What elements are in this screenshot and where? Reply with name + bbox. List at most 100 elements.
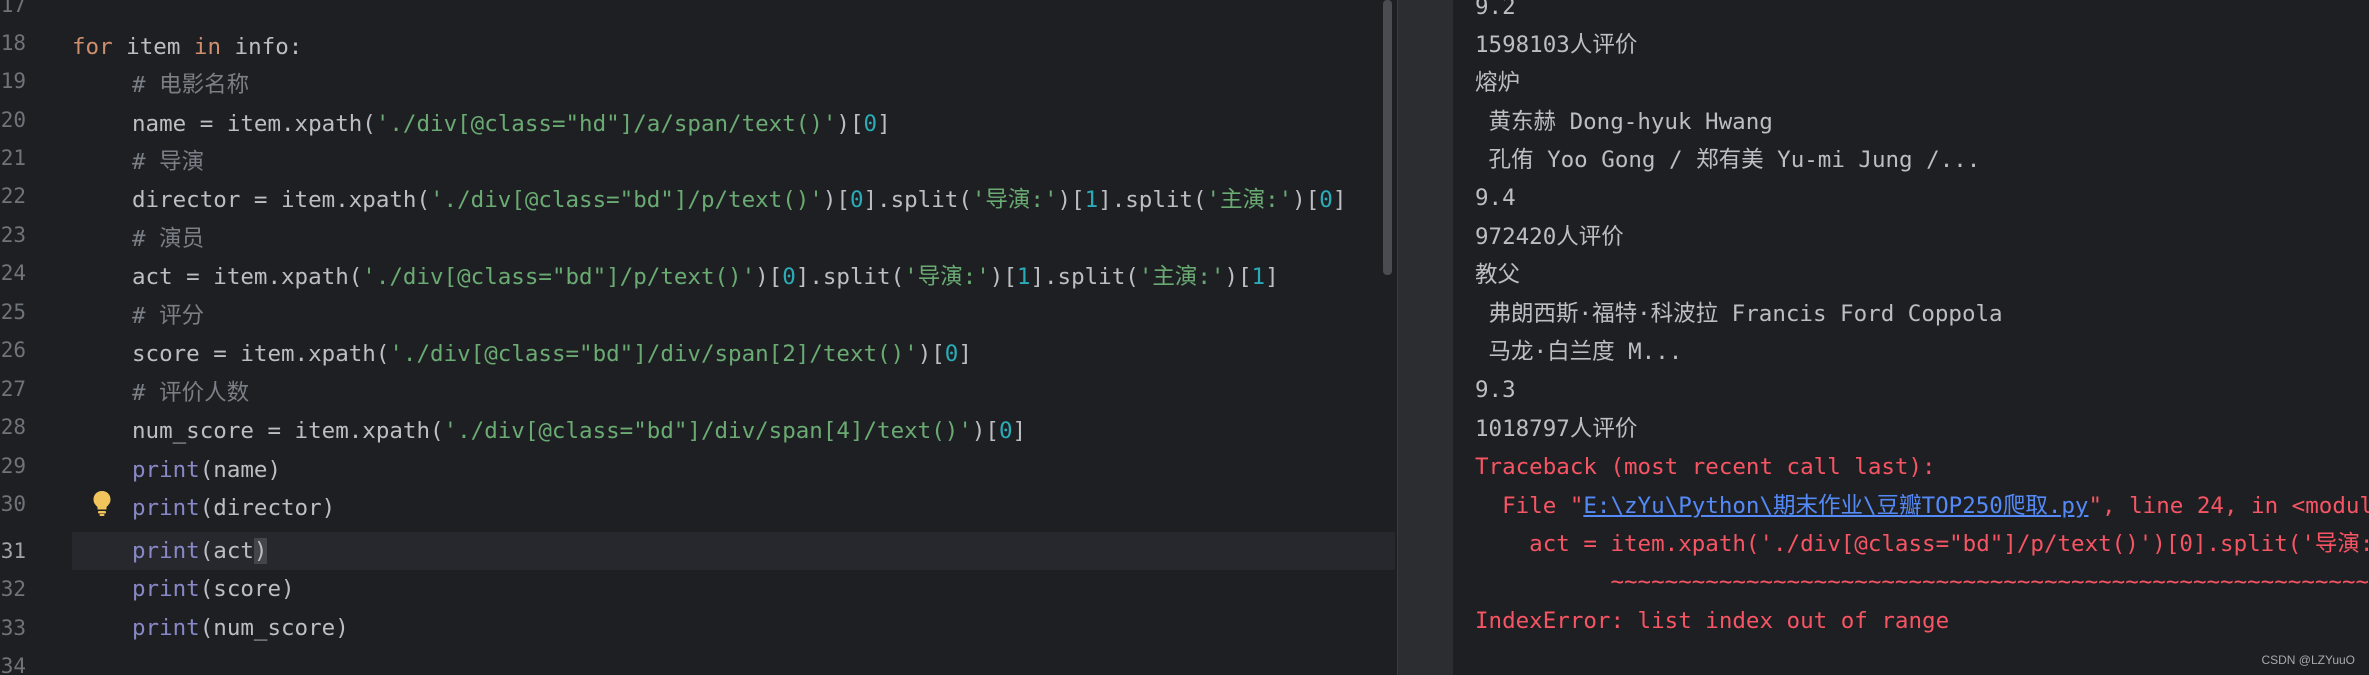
code-text: num_score = item.xpath(	[132, 418, 444, 444]
code-area[interactable]: for item in info: # 电影名称 name = item.xpa…	[72, 0, 1377, 675]
string-literal: './div[@class="bd"]/p/text()'	[362, 264, 756, 290]
comment: # 演员	[132, 226, 205, 252]
string-literal: '主演:'	[1206, 187, 1293, 213]
comment: # 电影名称	[132, 72, 250, 98]
code-line-25[interactable]: # 评分	[132, 297, 204, 335]
line-number: 24	[0, 261, 26, 285]
number-literal: 0	[863, 111, 878, 137]
code-line-32[interactable]: print(score)	[132, 570, 295, 608]
string-literal: './div[@class="bd"]/div/span[4]/text()'	[443, 418, 972, 444]
console-line: 马龙·白兰度 M...	[1475, 339, 1683, 365]
code-text: director = item.xpath(	[132, 187, 431, 213]
code-text: )[	[1292, 187, 1320, 213]
keyword-in: in	[193, 34, 222, 60]
number-literal: 1	[1016, 264, 1031, 290]
watermark: CSDN @LZYuuO	[2261, 653, 2355, 667]
code-text: )[	[755, 264, 783, 290]
string-literal: '主演:'	[1138, 264, 1225, 290]
traceback-code-line: act = item.xpath('./div[@class="bd"]/p/t…	[1529, 531, 2369, 557]
code-text: )[	[836, 111, 864, 137]
ide-window: 17 18 19 20 21 22 23 24 25 26 27 28 29 3…	[0, 0, 2369, 675]
line-number: 27	[0, 377, 26, 401]
code-text: (director)	[199, 495, 336, 521]
console-line: 9.2	[1475, 0, 1516, 20]
traceback-file-prefix: File "	[1475, 493, 1584, 519]
code-line-21[interactable]: # 导演	[132, 143, 204, 181]
code-line-31-current[interactable]: print(act)	[132, 532, 268, 570]
code-text: (name)	[199, 457, 282, 483]
code-line-26[interactable]: score = item.xpath('./div[@class="bd"]/d…	[132, 335, 972, 373]
line-number: 25	[0, 300, 26, 324]
code-text: name = item.xpath(	[132, 111, 376, 137]
line-number: 32	[0, 577, 26, 601]
string-literal: './div[@class="bd"]/div/span[2]/text()'	[389, 341, 918, 367]
code-line-29[interactable]: print(name)	[132, 451, 281, 489]
code-line-28[interactable]: num_score = item.xpath('./div[@class="bd…	[132, 412, 1026, 450]
number-literal: 1	[1251, 264, 1266, 290]
string-literal: './div[@class="hd"]/a/span/text()'	[375, 111, 837, 137]
traceback-file-link[interactable]: E:\zYu\Python\期末作业\豆瓣TOP250爬取.py	[1583, 493, 2088, 519]
line-number: 28	[0, 415, 26, 439]
console-line: 1598103人评价	[1475, 32, 1638, 58]
error-message: IndexError: list index out of range	[1475, 608, 1950, 634]
console-line: 弗朗西斯·福特·科波拉 Francis Ford Coppola	[1475, 301, 2003, 327]
code-editor[interactable]: 17 18 19 20 21 22 23 24 25 26 27 28 29 3…	[0, 0, 1397, 675]
panel-divider-line	[1397, 0, 1398, 675]
builtin-print: print	[132, 538, 200, 564]
line-number: 22	[0, 184, 26, 208]
builtin-print: print	[132, 495, 200, 521]
comment: # 评分	[132, 303, 205, 329]
line-number: 18	[0, 31, 26, 55]
builtin-print: print	[132, 457, 200, 483]
code-line-18[interactable]: for item in info:	[72, 28, 302, 66]
code-text: item	[112, 34, 194, 60]
code-line-19[interactable]: # 电影名称	[132, 66, 249, 104]
editor-scrollbar[interactable]	[1383, 0, 1392, 275]
code-line-27[interactable]: # 评价人数	[132, 374, 249, 412]
code-text: score = item.xpath(	[132, 341, 390, 367]
string-literal: '导演:'	[904, 264, 990, 290]
number-literal: 0	[849, 187, 864, 213]
string-literal: './div[@class="bd"]/p/text()'	[430, 187, 823, 213]
code-text: (act	[199, 538, 254, 564]
comment: # 评价人数	[132, 380, 250, 406]
comment: # 导演	[132, 149, 205, 175]
code-text: )[	[1057, 187, 1085, 213]
panel-divider[interactable]	[1397, 0, 1453, 675]
code-text: info:	[221, 34, 303, 60]
code-text: ].split(	[795, 264, 905, 290]
line-number: 34	[0, 654, 26, 675]
code-line-30[interactable]: print(director)	[132, 489, 335, 527]
code-text: )[	[917, 341, 945, 367]
line-number: 23	[0, 223, 26, 247]
line-number: 19	[0, 69, 26, 93]
console-line: 9.4	[1475, 185, 1516, 211]
string-literal: '导演:'	[971, 187, 1058, 213]
traceback-file-line: File "E:\zYu\Python\期末作业\豆瓣TOP250爬取.py",…	[1475, 487, 2369, 525]
console-line: 9.3	[1475, 377, 1516, 403]
code-text: )[	[989, 264, 1017, 290]
number-literal: 0	[1319, 187, 1333, 213]
number-literal: 0	[944, 341, 959, 367]
builtin-print: print	[132, 576, 200, 602]
code-text: ].split(	[1098, 187, 1207, 213]
console-line: 黄东赫 Dong-hyuk Hwang	[1475, 109, 1773, 135]
run-console[interactable]: 9.2 1598103人评价 熔炉 黄东赫 Dong-hyuk Hwang 孔侑…	[1453, 0, 2369, 675]
console-line: 972420人评价	[1475, 224, 1624, 250]
code-text: ]	[1012, 418, 1027, 444]
code-line-23[interactable]: # 演员	[132, 220, 204, 258]
line-number-current: 31	[0, 539, 26, 563]
console-line: 教父	[1475, 262, 1521, 288]
console-line: 熔炉	[1475, 70, 1521, 96]
code-text: (score)	[199, 576, 295, 602]
code-line-24[interactable]: act = item.xpath('./div[@class="bd"]/p/t…	[132, 258, 1279, 296]
code-text: )[	[971, 418, 999, 444]
line-number-gutter[interactable]: 17 18 19 20 21 22 23 24 25 26 27 28 29 3…	[0, 0, 72, 675]
code-line-20[interactable]: name = item.xpath('./div[@class="hd"]/a/…	[132, 105, 891, 143]
code-text: ]	[877, 111, 891, 137]
number-literal: 0	[998, 418, 1013, 444]
line-number: 29	[0, 454, 26, 478]
console-line: 1018797人评价	[1475, 416, 1638, 442]
code-line-33[interactable]: print(num_score)	[132, 609, 349, 647]
code-line-22[interactable]: director = item.xpath('./div[@class="bd"…	[132, 181, 1346, 219]
